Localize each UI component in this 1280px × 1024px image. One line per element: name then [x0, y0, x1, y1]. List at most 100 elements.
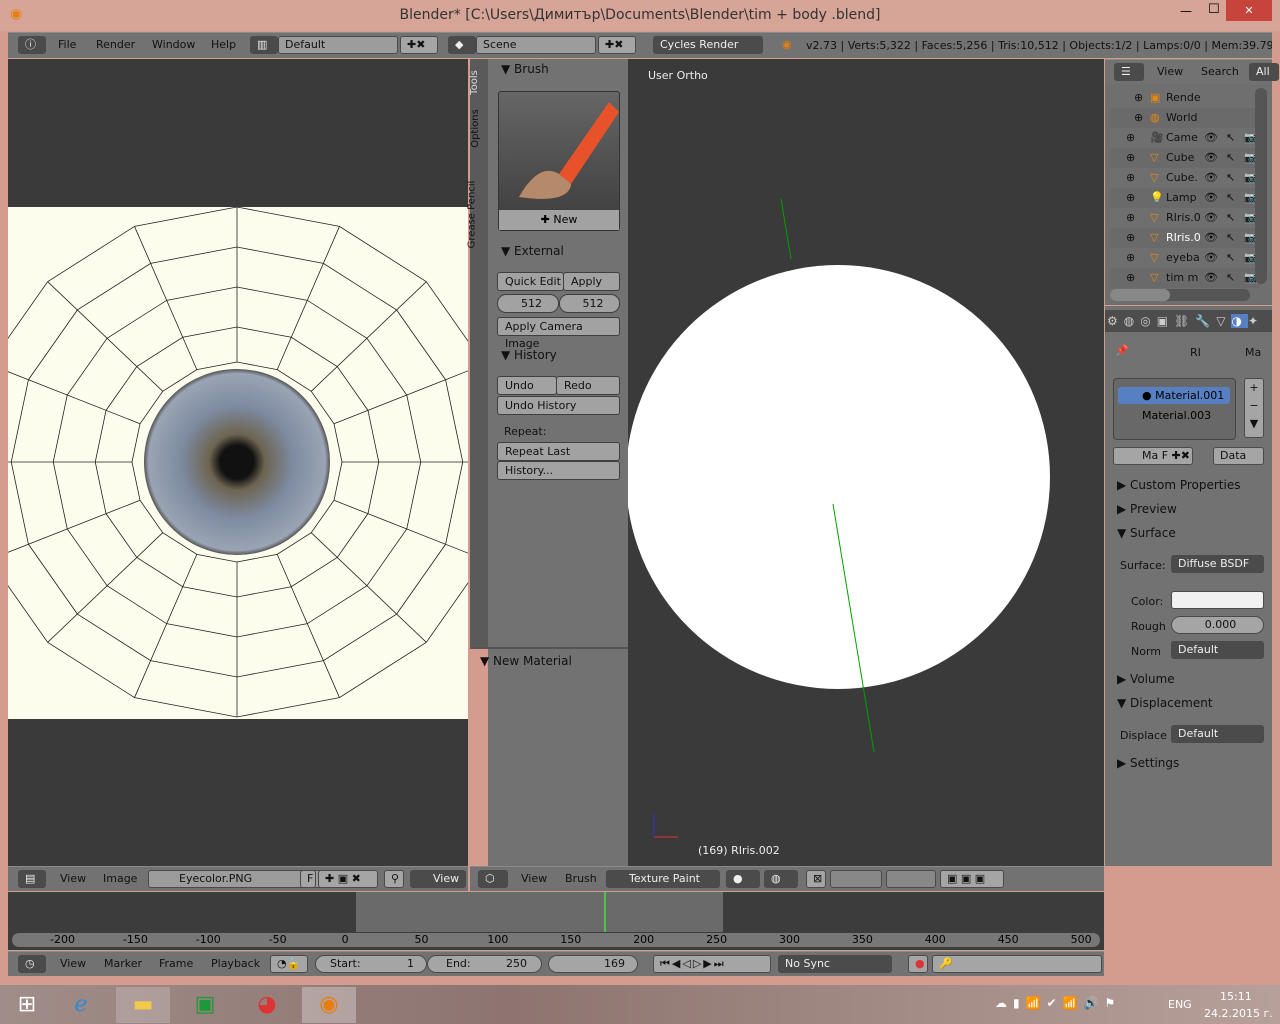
- brush-panel-title[interactable]: ▼ Brush: [501, 62, 549, 76]
- expand-icon[interactable]: ⊕: [1126, 208, 1135, 228]
- visibility-icon[interactable]: 👁: [1204, 188, 1218, 208]
- shading-select[interactable]: ●: [726, 870, 760, 888]
- apply-button[interactable]: Apply: [563, 272, 620, 291]
- expand-icon[interactable]: ⊕: [1126, 128, 1135, 148]
- menu-view[interactable]: View: [521, 867, 547, 891]
- material-slots-list[interactable]: ● Material.001 Material.003: [1113, 378, 1236, 440]
- normal-select[interactable]: Default: [1171, 641, 1264, 659]
- expand-icon[interactable]: ⊕: [1126, 268, 1135, 288]
- material-select[interactable]: Ma F ✚✖: [1113, 447, 1193, 465]
- playback-controls[interactable]: ⏮◀◁▷▶⏭: [653, 955, 771, 973]
- expand-icon[interactable]: ⊕: [1134, 108, 1143, 128]
- outliner-item[interactable]: ⊕ 🎥 Came 👁 ↖ 📷: [1110, 128, 1260, 148]
- menu-brush[interactable]: Brush: [565, 867, 597, 891]
- layers-grid[interactable]: [830, 870, 882, 888]
- scene-select[interactable]: Scene: [476, 36, 596, 54]
- displace-select[interactable]: Default: [1171, 725, 1264, 743]
- menu-window[interactable]: Window: [152, 33, 195, 58]
- blender-taskbar-icon[interactable]: ◉: [302, 987, 356, 1023]
- start-button[interactable]: ⊞: [0, 987, 54, 1023]
- new-material-panel-title[interactable]: ▼ New Material: [480, 654, 572, 668]
- select-icon[interactable]: ↖: [1226, 268, 1235, 288]
- menu-image[interactable]: Image: [103, 867, 137, 891]
- outliner-item[interactable]: ⊕ 💡 Lamp 👁 ↖ 📷: [1110, 188, 1260, 208]
- size-y-field[interactable]: 512: [559, 294, 620, 313]
- expand-icon[interactable]: ⊕: [1126, 248, 1135, 268]
- redo-button[interactable]: Redo: [556, 376, 620, 395]
- 3d-viewport[interactable]: User Ortho (169) RIris.002: [628, 59, 1104, 866]
- file-explorer-icon[interactable]: ▬: [116, 987, 170, 1023]
- expand-icon[interactable]: ⊕: [1126, 228, 1135, 248]
- sync-select[interactable]: No Sync: [778, 955, 892, 973]
- visibility-icon[interactable]: 👁: [1204, 228, 1218, 248]
- menu-file[interactable]: File: [58, 33, 76, 58]
- settings-panel[interactable]: ▶ Settings: [1117, 756, 1179, 770]
- outliner-item[interactable]: ⊕ ▽ tim m 👁 ↖ 📷: [1110, 268, 1260, 288]
- outliner-item[interactable]: ⊕ ▽ eyeba 👁 ↖ 📷: [1110, 248, 1260, 268]
- keying-set-field[interactable]: 🔑: [932, 955, 1102, 973]
- size-x-field[interactable]: 512: [497, 294, 559, 313]
- layers-grid[interactable]: [886, 870, 936, 888]
- material-slot[interactable]: Material.003: [1118, 407, 1211, 424]
- visibility-icon[interactable]: 👁: [1204, 268, 1218, 288]
- breadcrumb-material[interactable]: Ma: [1245, 346, 1261, 359]
- surface-panel[interactable]: ▼ Surface: [1117, 526, 1176, 540]
- expand-icon[interactable]: ⊕: [1126, 168, 1135, 188]
- menu-playback[interactable]: Playback: [211, 952, 260, 976]
- editor-type-3d-icon[interactable]: ⬡: [478, 870, 508, 888]
- timeline-ruler[interactable]: -200 -150 -100 -50 0 50 100 150 200 250 300 350 400 4…: [12, 933, 1100, 947]
- add-scene-button[interactable]: ✚✖: [598, 36, 636, 54]
- add-slot-button[interactable]: + − ▼: [1244, 378, 1264, 438]
- preview-panel[interactable]: ▶ Preview: [1117, 502, 1177, 516]
- select-icon[interactable]: ↖: [1226, 228, 1235, 248]
- menu-view[interactable]: View: [60, 867, 86, 891]
- brush-preview[interactable]: ✚ New: [498, 91, 620, 231]
- clock-time[interactable]: 15:11: [1220, 990, 1252, 1003]
- add-layout-button[interactable]: ✚✖: [400, 36, 438, 54]
- render-engine-select[interactable]: Cycles Render: [653, 36, 763, 54]
- fake-user[interactable]: F: [1162, 449, 1168, 462]
- visibility-icon[interactable]: 👁: [1204, 128, 1218, 148]
- volume-panel[interactable]: ▶ Volume: [1117, 672, 1175, 686]
- menu-view[interactable]: View: [60, 952, 86, 976]
- maximize-button[interactable]: ☐: [1208, 2, 1220, 17]
- chrome-icon[interactable]: ◕: [240, 987, 294, 1023]
- tab-options[interactable]: Options: [470, 109, 481, 148]
- select-icon[interactable]: ↖: [1226, 168, 1235, 188]
- clock-date[interactable]: 24.2.2015 г.: [1204, 1007, 1273, 1020]
- expand-icon[interactable]: ⊕: [1126, 148, 1135, 168]
- roughness-field[interactable]: 0.000: [1171, 616, 1264, 634]
- select-icon[interactable]: ↖: [1226, 128, 1235, 148]
- menu-help[interactable]: Help: [211, 33, 236, 58]
- tab-grease-pencil[interactable]: Grease Pencil: [466, 181, 477, 249]
- outliner-item[interactable]: ⊕ ▽ RIris.0 👁 ↖ 📷: [1110, 208, 1260, 228]
- timeline[interactable]: -200 -150 -100 -50 0 50 100 150 200 250 300 350 400 4…: [8, 892, 1104, 950]
- outliner-scrollbar[interactable]: [1255, 88, 1267, 284]
- tab-tools[interactable]: Tools: [469, 70, 480, 95]
- current-frame-line[interactable]: [604, 892, 606, 932]
- start-frame-field[interactable]: Start: 1: [315, 955, 427, 973]
- displacement-panel[interactable]: ▼ Displacement: [1117, 696, 1213, 710]
- record-button[interactable]: ●: [908, 955, 928, 973]
- visibility-icon[interactable]: 👁: [1204, 168, 1218, 188]
- color-field[interactable]: [1171, 591, 1264, 609]
- history-panel-title[interactable]: ▼ History: [501, 348, 557, 362]
- select-icon[interactable]: ↖: [1226, 208, 1235, 228]
- select-icon[interactable]: ↖: [1226, 188, 1235, 208]
- mask-button[interactable]: ⊠: [806, 870, 826, 888]
- undo-button[interactable]: Undo: [497, 376, 557, 395]
- render-buttons[interactable]: ▣ ▣ ▣: [940, 870, 1004, 888]
- material-slot[interactable]: ● Material.001: [1118, 387, 1230, 404]
- menu-search[interactable]: Search: [1201, 60, 1239, 84]
- new-brush-button[interactable]: ✚ New: [499, 210, 619, 230]
- minimize-button[interactable]: —: [1180, 4, 1192, 18]
- menu-frame[interactable]: Frame: [159, 952, 193, 976]
- select-icon[interactable]: ↖: [1226, 248, 1235, 268]
- outliner-item[interactable]: ⊕ ◍ World: [1110, 108, 1260, 128]
- pin-icon[interactable]: 📌: [1115, 344, 1129, 357]
- language-indicator[interactable]: ENG: [1168, 998, 1192, 1011]
- undo-history-button[interactable]: Undo History: [497, 396, 620, 415]
- scene-icon[interactable]: ◆: [448, 36, 476, 54]
- select-icon[interactable]: ↖: [1226, 148, 1235, 168]
- editor-type-timeline-icon[interactable]: ◷: [18, 955, 46, 973]
